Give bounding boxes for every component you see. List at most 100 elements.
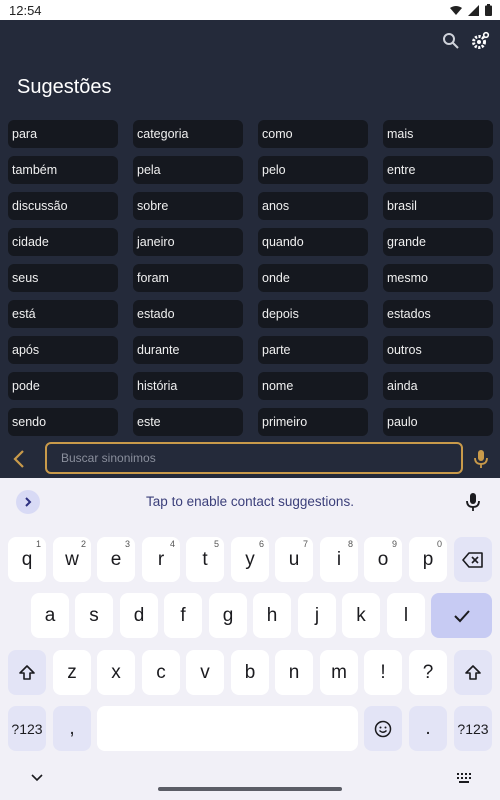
key-x[interactable]: x [97,650,135,695]
key-v[interactable]: v [186,650,224,695]
back-chevron-icon[interactable] [10,448,30,470]
suggestion-chip[interactable]: pela [133,156,243,184]
gesture-home-bar[interactable] [158,787,342,791]
key-j[interactable]: j [298,593,336,638]
suggestion-chip[interactable]: parte [258,336,368,364]
signal-icon [468,4,479,16]
suggestion-chip[interactable]: mais [383,120,493,148]
key-s[interactable]: s [75,593,113,638]
key-q[interactable]: q1 [8,537,46,582]
key-l[interactable]: l [387,593,425,638]
key-t[interactable]: t5 [186,537,224,582]
shift-key-right[interactable] [454,650,492,695]
suggestion-chip[interactable]: mesmo [383,264,493,292]
suggestion-chip[interactable]: anos [258,192,368,220]
key-g[interactable]: g [209,593,247,638]
key-y[interactable]: y6 [231,537,269,582]
suggestion-chip[interactable]: está [8,300,118,328]
suggestion-chip[interactable]: onde [258,264,368,292]
search-icon[interactable] [440,30,462,52]
key-w[interactable]: w2 [53,537,91,582]
suggestion-chip[interactable]: estado [133,300,243,328]
symbols-key-right[interactable]: ?123 [454,706,492,751]
key-p[interactable]: p0 [409,537,447,582]
suggestion-chip[interactable]: janeiro [133,228,243,256]
key-hint: 4 [169,539,175,549]
search-synonyms-input[interactable] [45,442,463,474]
suggestion-chip[interactable]: outros [383,336,493,364]
suggestion-chip[interactable]: sobre [133,192,243,220]
suggestion-chip[interactable]: brasil [383,192,493,220]
suggestion-chip[interactable]: durante [133,336,243,364]
suggestion-chip[interactable]: pelo [258,156,368,184]
key-m[interactable]: m [320,650,358,695]
comma-key[interactable]: , [53,706,91,751]
key-e[interactable]: e3 [97,537,135,582]
status-bar: 12:54 [0,0,500,20]
key-c[interactable]: c [142,650,180,695]
key-label: y [245,548,255,570]
backspace-key[interactable] [454,537,492,582]
key-label: u [288,548,300,570]
suggestion-chip[interactable]: categoria [133,120,243,148]
key-o[interactable]: o9 [364,537,402,582]
key-hint: 0 [436,539,442,549]
suggestion-chip[interactable]: após [8,336,118,364]
suggestion-chip[interactable]: quando [258,228,368,256]
suggestion-chip[interactable]: nome [258,372,368,400]
key-b[interactable]: b [231,650,269,695]
period-key[interactable]: . [409,706,447,751]
battery-icon [485,4,492,16]
key-u[interactable]: u7 [275,537,313,582]
suggestion-chip[interactable]: ainda [383,372,493,400]
key-n[interactable]: n [275,650,313,695]
suggestion-chip[interactable]: depois [258,300,368,328]
suggestion-chip[interactable]: história [133,372,243,400]
symbols-key[interactable]: ?123 [8,706,46,751]
suggestion-chip[interactable]: também [8,156,118,184]
suggestion-chip[interactable]: como [258,120,368,148]
key-label: o [377,548,389,570]
settings-icon[interactable] [469,30,491,52]
key-hint: 1 [35,539,41,549]
key-f[interactable]: f [164,593,202,638]
shift-key[interactable] [8,650,46,695]
suggestion-chip[interactable]: pode [8,372,118,400]
voice-input-icon[interactable] [465,492,481,512]
suggestion-chip[interactable]: grande [383,228,493,256]
key-d[interactable]: d [120,593,158,638]
enter-key[interactable] [431,593,492,638]
suggestion-chip[interactable]: foram [133,264,243,292]
status-icons [450,4,492,16]
suggestion-chip[interactable]: seus [8,264,118,292]
suggestion-chip[interactable]: primeiro [258,408,368,436]
suggestion-chip[interactable]: este [133,408,243,436]
suggestion-chip[interactable]: discussão [8,192,118,220]
microphone-icon[interactable] [472,449,490,469]
suggestion-chip[interactable]: estados [383,300,493,328]
suggestion-chip[interactable]: paulo [383,408,493,436]
suggestion-chip[interactable]: entre [383,156,493,184]
key-hint: 2 [80,539,86,549]
suggestion-chip[interactable]: para [8,120,118,148]
key-h[interactable]: h [253,593,291,638]
key-hint: 5 [213,539,219,549]
suggestion-chip[interactable]: sendo [8,408,118,436]
key-k[interactable]: k [342,593,380,638]
hide-keyboard-chevron-icon[interactable] [30,772,44,782]
contact-suggestions-prompt[interactable]: Tap to enable contact suggestions. [0,494,500,509]
key-z[interactable]: z [53,650,91,695]
key-i[interactable]: i8 [320,537,358,582]
suggestion-chip[interactable]: cidade [8,228,118,256]
key-label: w [65,548,79,570]
key-r[interactable]: r4 [142,537,180,582]
key-exclamation[interactable]: ! [364,650,402,695]
suggestions-grid: para categoria como mais também pela pel… [8,120,494,436]
key-hint: 6 [258,539,264,549]
key-a[interactable]: a [31,593,69,638]
space-bar[interactable] [97,706,358,751]
key-question[interactable]: ? [409,650,447,695]
key-label: t [202,548,208,570]
emoji-key[interactable] [364,706,402,751]
keyboard-switcher-icon[interactable] [456,772,472,784]
